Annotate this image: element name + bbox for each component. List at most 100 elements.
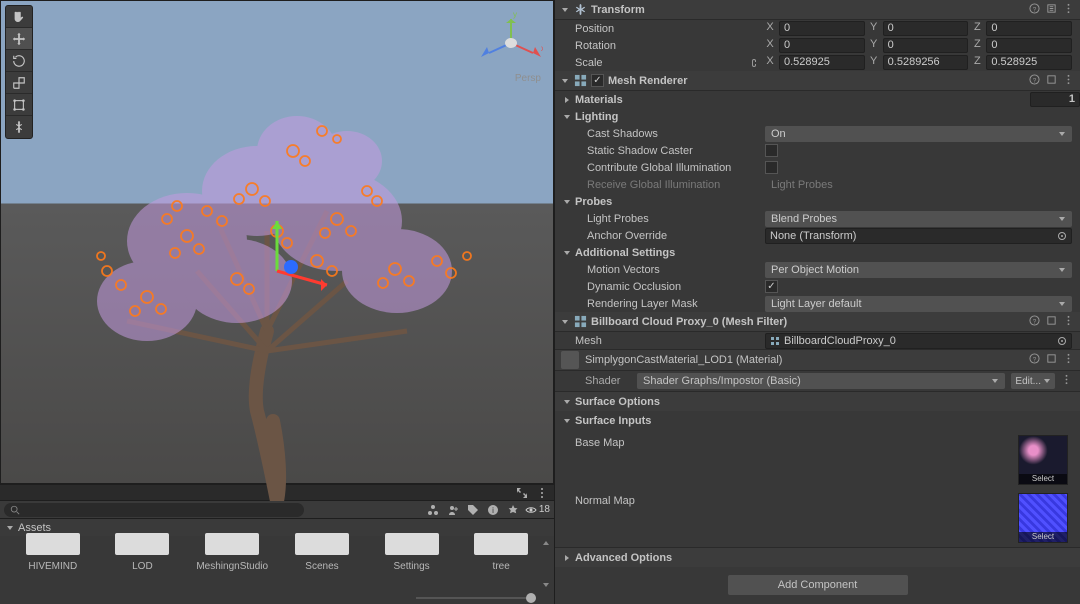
rect-tool-button[interactable] xyxy=(6,94,32,116)
transform-tool-button[interactable] xyxy=(6,116,32,138)
svg-text:y: y xyxy=(513,10,517,19)
asset-item[interactable]: HIVEMIND xyxy=(20,536,86,572)
materials-foldout[interactable]: Materials1 xyxy=(555,91,1080,108)
anchor-override-field[interactable]: None (Transform) xyxy=(765,228,1072,244)
additional-settings-foldout[interactable]: Additional Settings xyxy=(555,244,1080,261)
asset-item[interactable]: tree xyxy=(468,536,534,572)
hierarchy-icon[interactable] xyxy=(425,502,441,518)
assets-title: Assets xyxy=(18,522,51,534)
svg-text:?: ? xyxy=(1033,77,1037,84)
scene-tools xyxy=(5,5,33,139)
search-input[interactable] xyxy=(4,503,304,517)
help-icon[interactable]: ? xyxy=(1029,353,1040,367)
lighting-foldout[interactable]: Lighting xyxy=(555,108,1080,125)
light-probes-dropdown[interactable]: Blend Probes xyxy=(765,211,1072,227)
scene-view[interactable]: x y Persp xyxy=(0,0,554,484)
material-thumbnail xyxy=(561,351,579,369)
material-header[interactable]: SimplygonCastMaterial_LOD1 (Material) ? xyxy=(555,349,1080,371)
cast-shadows-dropdown[interactable]: On xyxy=(765,126,1072,142)
motion-vectors-dropdown[interactable]: Per Object Motion xyxy=(765,262,1072,278)
preset-icon[interactable] xyxy=(1046,3,1057,17)
svg-text:x: x xyxy=(541,44,543,53)
contribute-gi-checkbox[interactable] xyxy=(765,161,778,174)
scale-z-field[interactable]: 0.528925 xyxy=(986,55,1072,70)
preset-icon[interactable] xyxy=(1046,353,1057,367)
mesh-filter-icon xyxy=(573,315,587,329)
object-picker-icon[interactable] xyxy=(1055,229,1069,243)
star-icon[interactable] xyxy=(505,502,521,518)
object-picker-icon[interactable] xyxy=(1055,334,1069,348)
dynamic-occlusion-checkbox[interactable] xyxy=(765,280,778,293)
more-icon[interactable] xyxy=(1063,3,1074,17)
surface-inputs-foldout[interactable]: Surface Inputs xyxy=(555,411,1080,431)
static-shadow-checkbox[interactable] xyxy=(765,144,778,157)
help-icon[interactable]: ? xyxy=(1029,315,1040,329)
transform-icon xyxy=(573,3,587,17)
info-icon[interactable]: i xyxy=(485,502,501,518)
scene-object-tree[interactable] xyxy=(37,61,517,501)
position-row: Position X0 Y0 Z0 xyxy=(555,20,1080,37)
advanced-options-foldout[interactable]: Advanced Options xyxy=(555,547,1080,567)
rotate-tool-button[interactable] xyxy=(6,50,32,72)
transform-title: Transform xyxy=(591,4,1025,16)
help-icon[interactable]: ? xyxy=(1029,74,1040,88)
preset-icon[interactable] xyxy=(1046,74,1057,88)
transform-header[interactable]: Transform ? xyxy=(555,0,1080,20)
asset-item[interactable]: Scenes xyxy=(289,536,355,572)
mesh-filter-title: Billboard Cloud Proxy_0 (Mesh Filter) xyxy=(591,316,1025,328)
base-map-texture-slot[interactable]: Select xyxy=(1018,435,1068,485)
mesh-renderer-header[interactable]: Mesh Renderer ? xyxy=(555,71,1080,91)
preset-icon[interactable] xyxy=(1046,315,1057,329)
position-z-field[interactable]: 0 xyxy=(986,21,1072,36)
svg-text:?: ? xyxy=(1033,356,1037,363)
asset-item[interactable]: LOD xyxy=(110,536,176,572)
position-y-field[interactable]: 0 xyxy=(883,21,969,36)
menu-icon[interactable] xyxy=(534,485,550,501)
more-icon[interactable] xyxy=(1063,353,1074,367)
thumbnail-size-slider[interactable] xyxy=(0,592,554,604)
help-icon[interactable]: ? xyxy=(1029,3,1040,17)
receive-gi-value: Light Probes xyxy=(765,179,833,191)
mesh-field[interactable]: BillboardCloudProxy_0 xyxy=(765,333,1072,349)
assets-header[interactable]: Assets xyxy=(0,518,554,536)
mesh-renderer-icon xyxy=(573,74,587,88)
surface-options-foldout[interactable]: Surface Options xyxy=(555,391,1080,411)
move-tool-button[interactable] xyxy=(6,28,32,50)
add-component-button[interactable]: Add Component xyxy=(728,575,908,595)
add-person-icon[interactable] xyxy=(445,502,461,518)
scale-tool-button[interactable] xyxy=(6,72,32,94)
more-icon[interactable] xyxy=(1063,74,1074,88)
probes-foldout[interactable]: Probes xyxy=(555,193,1080,210)
rotation-y-field[interactable]: 0 xyxy=(883,38,969,53)
more-icon[interactable] xyxy=(1061,374,1072,388)
scale-y-field[interactable]: 0.5289256 xyxy=(883,55,969,70)
mesh-renderer-enabled-checkbox[interactable] xyxy=(591,74,604,87)
constrain-proportions-icon[interactable] xyxy=(747,57,761,69)
materials-count-field[interactable]: 1 xyxy=(1030,92,1080,107)
mesh-filter-header[interactable]: Billboard Cloud Proxy_0 (Mesh Filter) ? xyxy=(555,312,1080,332)
scale-x-field[interactable]: 0.528925 xyxy=(779,55,865,70)
asset-item[interactable]: MeshingnStudio xyxy=(199,536,265,572)
edit-shader-button[interactable]: Edit... xyxy=(1011,373,1055,389)
tag-icon[interactable] xyxy=(465,502,481,518)
shader-dropdown[interactable]: Shader Graphs/Impostor (Basic) xyxy=(637,373,1005,389)
base-map-label: Base Map xyxy=(575,435,1018,485)
material-title: SimplygonCastMaterial_LOD1 (Material) xyxy=(585,354,1023,366)
position-x-field[interactable]: 0 xyxy=(779,21,865,36)
normal-map-texture-slot[interactable]: Select xyxy=(1018,493,1068,543)
rotation-row: Rotation X0 Y0 Z0 xyxy=(555,37,1080,54)
base-map-row: Base Map Select xyxy=(555,431,1080,489)
normal-map-label: Normal Map xyxy=(575,493,1018,543)
scrollbar[interactable] xyxy=(542,540,550,588)
visible-count[interactable]: 18 xyxy=(525,504,550,516)
asset-item[interactable]: Settings xyxy=(379,536,445,572)
assets-grid: HIVEMIND LOD MeshingnStudio Scenes Setti… xyxy=(0,536,554,592)
rendering-layer-mask-dropdown[interactable]: Light Layer default xyxy=(765,296,1072,312)
hand-tool-button[interactable] xyxy=(6,6,32,28)
scene-toolbar: i 18 xyxy=(0,500,554,518)
rotation-x-field[interactable]: 0 xyxy=(779,38,865,53)
mesh-renderer-title: Mesh Renderer xyxy=(608,75,1025,87)
rotation-z-field[interactable]: 0 xyxy=(986,38,1072,53)
more-icon[interactable] xyxy=(1063,315,1074,329)
svg-text:i: i xyxy=(492,506,494,515)
